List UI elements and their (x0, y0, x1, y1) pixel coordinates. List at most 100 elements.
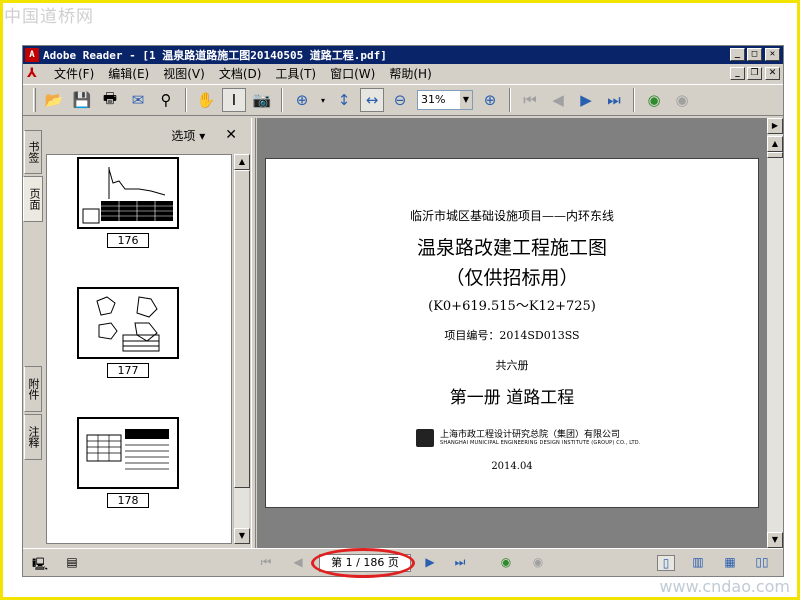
select-tool-icon[interactable]: I (222, 88, 246, 112)
minimize-button[interactable]: _ (730, 48, 745, 61)
sidebar-tabs: 书签 页面 附件 注释 (23, 118, 43, 548)
zoom-dropdown-icon[interactable]: ▼ (460, 91, 472, 109)
last-page-icon[interactable]: ⏭ (602, 88, 626, 112)
document-view: 临沂市城区基础设施项目——内环东线 温泉路改建工程施工图 （仅供招标用） (K0… (257, 118, 767, 548)
pdf-page: 临沂市城区基础设施项目——内环东线 温泉路改建工程施工图 （仅供招标用） (K0… (265, 158, 759, 508)
page-layout-icon[interactable]: ▤ (63, 555, 81, 571)
scroll-down-arrow-icon[interactable]: ▼ (234, 528, 250, 544)
doc-close-button[interactable]: ✕ (765, 67, 780, 80)
page-thumbnail[interactable] (77, 417, 179, 489)
panel-close-icon[interactable]: ✕ (225, 127, 237, 143)
menu-bar: ⅄ 文件(F) 编辑(E) 视图(V) 文档(D) 工具(T) 窗口(W) 帮助… (23, 64, 783, 84)
scroll-up-arrow-icon[interactable]: ▲ (234, 154, 250, 170)
zoom-out-icon[interactable]: ⊖ (388, 88, 412, 112)
document-scrollbar[interactable]: ▶ ▲ ▼ (767, 118, 783, 548)
drawing-title: 温泉路改建工程施工图 (416, 237, 607, 259)
close-button[interactable]: ✕ (765, 48, 780, 61)
doc-scroll-thumb[interactable] (767, 152, 783, 158)
status-last-page-icon[interactable]: ⏭ (451, 555, 469, 571)
fit-width-icon[interactable]: ↔ (360, 88, 384, 112)
zoom-tool-dropdown-icon[interactable]: ▾ (318, 88, 328, 112)
first-page-icon[interactable]: ⏮ (518, 88, 542, 112)
previous-page-icon[interactable]: ◀ (546, 88, 570, 112)
continuous-page-icon[interactable]: ▥ (689, 555, 707, 571)
doc-scroll-up-arrow-icon[interactable]: ▲ (767, 136, 783, 152)
tab-comments[interactable]: 注释 (24, 414, 42, 460)
chainage-range: (K0+619.515～K12+725) (428, 299, 596, 314)
hand-tool-icon[interactable]: ✋ (194, 88, 218, 112)
email-icon[interactable]: ✉ (126, 88, 150, 112)
menu-file[interactable]: 文件(F) (47, 64, 101, 84)
organization-name-en: SHANGHAI MUNICIPAL ENGINEERING DESIGN IN… (440, 440, 641, 446)
snapshot-icon[interactable]: 📷 (250, 88, 274, 112)
search-binoculars-icon[interactable]: ⚲ (154, 88, 178, 112)
pages-panel: 选项 ▾ ✕ 176 177 178 ▲ ▼ (43, 118, 251, 548)
next-page-icon[interactable]: ▶ (574, 88, 598, 112)
status-previous-page-icon[interactable]: ◀ (289, 555, 307, 571)
facing-pages-icon[interactable]: ▦ (721, 555, 739, 571)
status-bar: 🖳 ▤ ⏮ ◀ 第 1 / 186 页 ▶ ⏭ ◉ ◉ ▯ ▥ ▦ ▯▯ (23, 548, 783, 578)
menu-document[interactable]: 文档(D) (212, 64, 269, 84)
open-folder-icon[interactable]: 📂 (42, 88, 66, 112)
drawing-thumbnail-178 (86, 429, 169, 470)
options-menu[interactable]: 选项 ▾ (171, 127, 205, 144)
reader-window: A Adobe Reader - [1 温泉路道路施工图20140505 道路工… (22, 45, 784, 578)
tab-attachments[interactable]: 附件 (24, 366, 42, 412)
toolbar: 📂 💾 🖶 ✉ ⚲ ✋ I 📷 ⊕ ▾ ↕ ↔ ⊖ 31% ▼ ⊕ ⏮ ◀ ▶ … (23, 84, 783, 116)
thumbnail-list: 176 177 178 (46, 154, 232, 544)
status-go-forward-icon[interactable]: ◉ (529, 555, 547, 571)
status-next-page-icon[interactable]: ▶ (421, 555, 439, 571)
drawing-thumbnail-177 (96, 296, 160, 352)
save-icon[interactable]: 💾 (70, 88, 94, 112)
continuous-facing-icon[interactable]: ▯▯ (753, 555, 771, 571)
doc-minimize-button[interactable]: _ (730, 67, 745, 80)
watermark-bottom: www.cndao.com (659, 577, 790, 596)
menu-window[interactable]: 窗口(W) (323, 64, 382, 84)
menu-view[interactable]: 视图(V) (156, 64, 212, 84)
document-date: 2014.04 (491, 461, 533, 472)
institute-logo-icon (416, 429, 434, 447)
page-thumbnail[interactable] (77, 287, 179, 359)
thumbnail-label: 178 (107, 493, 149, 508)
organization-name: 上海市政工程设计研究总院（集团）有限公司 (440, 430, 621, 440)
tab-pages[interactable]: 页面 (23, 176, 43, 222)
page-number-field[interactable]: 第 1 / 186 页 (319, 554, 411, 572)
tender-note: （仅供招标用） (445, 267, 579, 289)
volume-count: 共六册 (495, 359, 529, 372)
volume-title: 第一册 道路工程 (449, 388, 575, 408)
zoom-in-tool-icon[interactable]: ⊕ (290, 88, 314, 112)
panel-header: 选项 ▾ ✕ (43, 118, 251, 152)
watermark-top: 中国道桥网 (4, 7, 94, 27)
menu-edit[interactable]: 编辑(E) (101, 64, 156, 84)
page-thumbnail[interactable] (77, 157, 179, 229)
panel-splitter[interactable] (251, 118, 256, 548)
tab-bookmarks[interactable]: 书签 (24, 130, 42, 174)
project-line: 临沂市城区基础设施项目——内环东线 (409, 209, 614, 223)
doc-scroll-down-arrow-icon[interactable]: ▼ (767, 532, 783, 548)
pdf-doc-icon[interactable]: ⅄ (27, 66, 43, 82)
drawing-thumbnail-176 (82, 167, 173, 224)
status-go-back-icon[interactable]: ◉ (497, 555, 515, 571)
fit-page-icon[interactable]: ↕ (332, 88, 356, 112)
project-number: 项目编号：2014SD013SS (444, 329, 580, 342)
zoom-in-icon[interactable]: ⊕ (478, 88, 502, 112)
thumbnail-label: 176 (107, 233, 149, 248)
scroll-thumb[interactable] (234, 170, 250, 488)
go-forward-icon[interactable]: ◉ (670, 88, 694, 112)
thumbnail-scrollbar[interactable]: ▲ ▼ (233, 154, 250, 544)
thumbnail-label: 177 (107, 363, 149, 378)
zoom-level-field[interactable]: 31% ▼ (417, 90, 473, 110)
status-first-page-icon[interactable]: ⏮ (257, 555, 275, 571)
single-page-icon[interactable]: ▯ (657, 555, 675, 571)
go-back-icon[interactable]: ◉ (642, 88, 666, 112)
menu-help[interactable]: 帮助(H) (382, 64, 438, 84)
print-icon[interactable]: 🖶 (98, 88, 122, 112)
panel-arrow-icon[interactable]: ▶ (767, 118, 783, 134)
doc-restore-button[interactable]: ❐ (747, 67, 762, 80)
maximize-button[interactable]: □ (747, 48, 762, 61)
toolbar-grip[interactable] (33, 88, 36, 112)
menu-tools[interactable]: 工具(T) (268, 64, 323, 84)
monitor-icon[interactable]: 🖳 (31, 555, 49, 571)
window-title: Adobe Reader - [1 温泉路道路施工图20140505 道路工程.… (43, 49, 387, 62)
organization-block: 上海市政工程设计研究总院（集团）有限公司 SHANGHAI MUNICIPAL … (416, 427, 640, 451)
